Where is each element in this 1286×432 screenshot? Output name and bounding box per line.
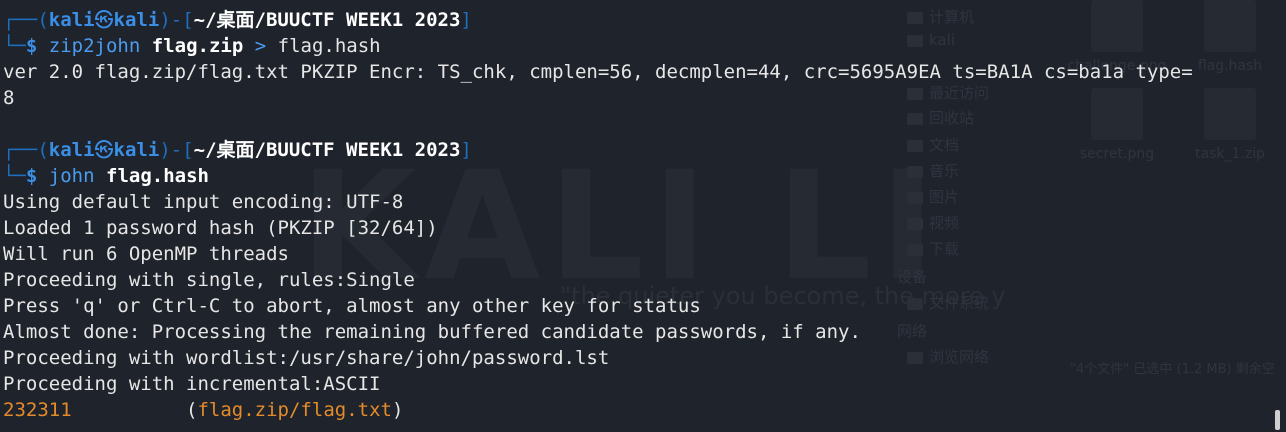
home-icon [907, 34, 923, 47]
command-name: zip2john [48, 35, 141, 57]
prompt-path: ~/桌面/BUUCTF WEEK1 2023 [193, 139, 461, 161]
command-arg: flag.hash [277, 35, 381, 57]
fm-sidebar-item: 图片 [907, 186, 959, 207]
command-arg: flag.zip [151, 35, 244, 57]
output-line: 8 [3, 87, 15, 109]
qr-image-icon [1091, 88, 1143, 140]
fm-sidebar-item: 文档 [907, 134, 959, 155]
fm-network-heading: 网络 [897, 322, 928, 340]
fm-sidebar-item: 计算机 [907, 6, 974, 27]
output-line: Will run 6 OpenMP threads [3, 243, 289, 265]
prompt-user: kali [48, 139, 95, 161]
fm-file: flag.hash [1185, 0, 1275, 74]
fm-sidebar-item: 浏览网络 [907, 346, 989, 367]
command-line: └─$ john flag.hash [3, 165, 209, 187]
prompt-path: ~/桌面/BUUCTF WEEK1 2023 [193, 9, 461, 31]
output-line: ver 2.0 flag.zip/flag.txt PKZIP Encr: TS… [3, 61, 1193, 83]
fm-sidebar-item: 回收站 [907, 107, 974, 128]
text-file-icon [1204, 0, 1256, 52]
output-line: Loaded 1 password hash (PKZIP [32/64]) [3, 217, 438, 239]
command-line: └─$ zip2john flag.zip > flag.hash [3, 35, 381, 57]
cracked-password: 232311 [3, 399, 72, 421]
output-line: Proceeding with wordlist:/usr/share/john… [3, 347, 610, 369]
output-line: Using default input encoding: UTF-8 [3, 191, 404, 213]
fm-status-bar: "4个文件" 已选中 (1.2 MB) 剩余空 [1070, 362, 1275, 377]
fm-sidebar-item: 下载 [907, 238, 959, 259]
computer-icon [907, 11, 923, 24]
prompt-header: ┌──(kali㉿kali)-[~/桌面/BUUCTF WEEK1 2023] [3, 9, 472, 31]
fm-file: secret.png [1067, 88, 1167, 162]
downloads-icon [907, 243, 923, 256]
drive-icon [907, 297, 923, 310]
videos-icon [907, 217, 923, 230]
output-line: Proceeding with incremental:ASCII [3, 373, 381, 395]
fm-file: task_1.zip [1185, 88, 1275, 162]
fm-sidebar-item: 视频 [907, 212, 959, 233]
output-line: Proceeding with single, rules:Single [3, 269, 415, 291]
fm-sidebar-item: 最近访问 [907, 82, 989, 103]
fm-devices-heading: 设备 [897, 268, 928, 286]
cracked-file: (flag.zip/flag.txt) [186, 399, 404, 421]
recent-icon [907, 87, 923, 100]
prompt-host: kali [113, 139, 160, 161]
fm-sidebar-item: 文件系统 [907, 292, 989, 313]
music-icon [907, 165, 923, 178]
zip-file-icon [1204, 88, 1256, 140]
pictures-icon [907, 191, 923, 204]
output-line: Press 'q' or Ctrl-C to abort, almost any… [3, 295, 701, 317]
documents-icon [907, 139, 923, 152]
network-icon [907, 351, 923, 364]
fm-sidebar-item: kali [907, 31, 955, 49]
prompt-header: ┌──(kali㉿kali)-[~/桌面/BUUCTF WEEK1 2023] [3, 139, 472, 161]
terminal-window[interactable]: KALI LI "the quieter you become, the mor… [0, 0, 1286, 432]
fm-sidebar-item: 音乐 [907, 160, 959, 181]
image-file-icon [1091, 0, 1143, 52]
output-line: Almost done: Processing the remaining bu… [3, 321, 861, 343]
cracked-result-line: 232311 (flag.zip/flag.txt) [3, 397, 403, 423]
kali-skull-icon: ㉿ [94, 139, 114, 161]
redirect-operator: > [254, 35, 267, 57]
trash-icon [907, 112, 923, 125]
prompt-host: kali [113, 9, 160, 31]
command-name: john [48, 165, 95, 187]
scrollbar[interactable] [1275, 410, 1280, 430]
prompt-user: kali [48, 9, 95, 31]
command-arg: flag.hash [106, 165, 209, 187]
kali-skull-icon: ㉿ [94, 9, 114, 31]
